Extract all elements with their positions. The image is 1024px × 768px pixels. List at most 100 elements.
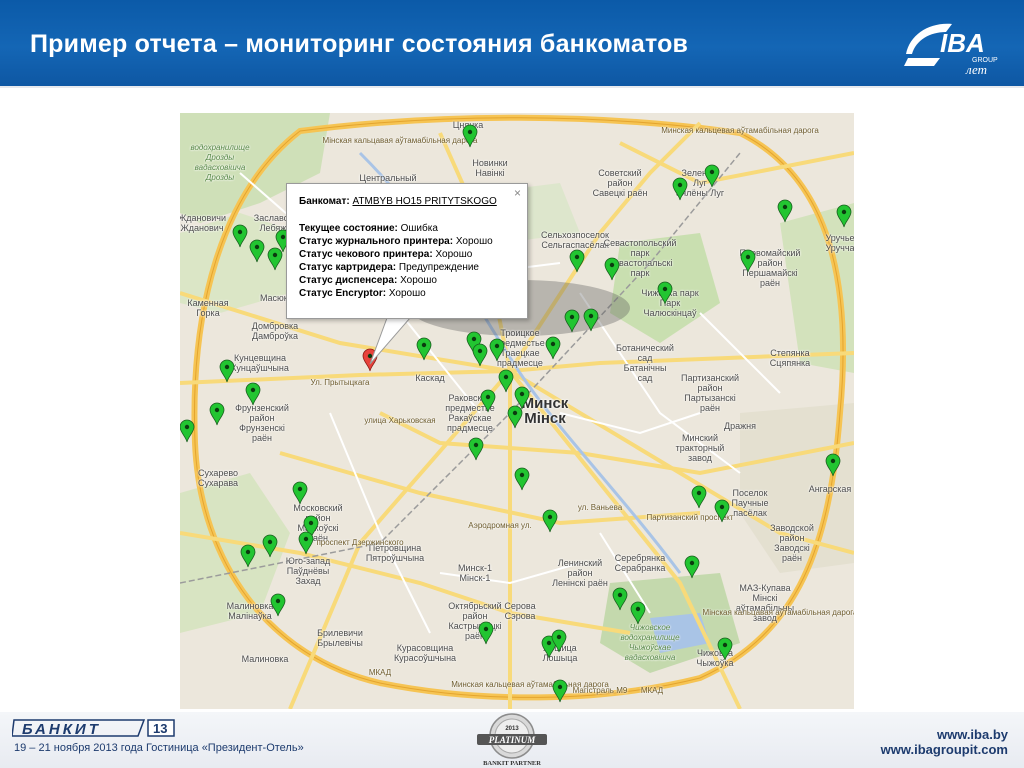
map-place-label: Сухарево Сухарава <box>197 468 239 488</box>
popup-tail <box>369 318 411 365</box>
bankit-logo: БАНКИТ 13 <box>12 719 175 738</box>
map-place-label: МКАД <box>640 686 664 695</box>
atm-status-value: Хорошо <box>455 236 493 247</box>
atm-status-label: Статус диспенсера: <box>299 275 398 286</box>
map-place-label: Уручье Уручча <box>825 233 854 253</box>
map-place-label: проспект Дзержинского <box>316 538 404 547</box>
atm-marker-icon[interactable] <box>209 402 225 426</box>
map-place-label: Советский район Савецкі раён <box>592 168 648 198</box>
iba-logo-text: IBA <box>940 28 985 58</box>
atm-marker-icon[interactable] <box>489 338 505 362</box>
atm-marker-icon[interactable] <box>245 382 261 406</box>
map-place-label: Партизанский район Партызанскі раён <box>680 373 740 413</box>
map-place-label: Брилевичи Брылевічы <box>317 628 363 648</box>
iba-logo-years: лет <box>965 62 987 77</box>
map-place-label: Мінская кальцавая аўтамабільная дарога <box>702 608 854 617</box>
atm-marker-icon[interactable] <box>604 257 620 281</box>
atm-status-value: Ошибка <box>400 223 438 234</box>
atm-marker-icon[interactable] <box>569 249 585 273</box>
atm-marker-icon[interactable] <box>777 199 793 223</box>
atm-marker-icon[interactable] <box>545 336 561 360</box>
atm-status-row: Статус чекового принтера: Хорошо <box>299 248 517 261</box>
atm-status-row: Статус диспенсера: Хорошо <box>299 274 517 287</box>
atm-marker-icon[interactable] <box>472 343 488 367</box>
map-place-label: Минский тракторный завод <box>675 433 725 463</box>
atm-marker-icon[interactable] <box>498 369 514 393</box>
atm-marker-icon[interactable] <box>468 437 484 461</box>
atm-marker-icon[interactable] <box>684 555 700 579</box>
atm-marker-icon[interactable] <box>270 593 286 617</box>
map-place-label: Магістраль М9 <box>572 686 628 695</box>
atm-marker-icon[interactable] <box>672 177 688 201</box>
map-place-label: Курасовщина Курасоўшчына <box>393 643 457 663</box>
map-place-label: Чижовское водохранилище Чыжоўскае вадасх… <box>620 623 680 662</box>
atm-marker-icon[interactable] <box>714 499 730 523</box>
map-place-label: Фрунзенский район Фрунзенскі раён <box>235 403 289 443</box>
atm-marker-icon[interactable] <box>836 204 852 228</box>
atm-marker-icon[interactable] <box>240 544 256 568</box>
map-place-label: Ленинский район Ленінскі раён <box>552 558 608 588</box>
atm-marker-icon[interactable] <box>657 281 673 305</box>
badge-title: PLATINUM <box>489 735 537 745</box>
atm-marker-icon[interactable] <box>825 453 841 477</box>
atm-marker-icon[interactable] <box>480 389 496 413</box>
atm-marker-icon[interactable] <box>552 679 568 703</box>
page-title: Пример отчета – мониторинг состояния бан… <box>30 30 689 58</box>
atm-status-row: Статус журнального принтера: Хорошо <box>299 235 517 248</box>
map-place-label: Малиновка Малінаўка <box>226 601 274 621</box>
atm-label: Банкомат: <box>299 196 350 207</box>
atm-marker-icon[interactable] <box>583 308 599 332</box>
atm-marker-icon[interactable] <box>462 124 478 148</box>
map-place-label: Дражня <box>724 421 756 431</box>
atm-marker-icon[interactable] <box>507 405 523 429</box>
platinum-partner-badge: 2013 PLATINUM BANKIT PARTNER <box>477 713 547 767</box>
atm-status-value: Хорошо <box>388 288 426 299</box>
atm-status-label: Статус чекового принтера: <box>299 249 433 260</box>
atm-marker-icon[interactable] <box>630 601 646 625</box>
map-place-label: Минская кальцевая аўтамабільная дарога <box>661 126 819 135</box>
map-place-label: Поселок Паучные пасёлак <box>731 488 769 518</box>
atm-marker-icon[interactable] <box>298 531 314 555</box>
atm-marker-icon[interactable] <box>219 359 235 383</box>
atm-marker-icon[interactable] <box>740 249 756 273</box>
close-icon[interactable]: × <box>514 187 521 199</box>
map-place-label: Домбровка Дамброўка <box>251 321 299 341</box>
map-place-label: Ул. Прытыцкага <box>310 378 370 387</box>
atm-marker-icon[interactable] <box>704 164 720 188</box>
atm-marker-icon[interactable] <box>262 534 278 558</box>
map-place-label: Кунцевщина Кунцаўшчына <box>231 353 289 373</box>
map-place-label: ул. Ваньева <box>577 503 623 512</box>
atm-marker-icon[interactable] <box>514 467 530 491</box>
atm-marker-icon[interactable] <box>249 239 265 263</box>
map-place-label: Мінская кальцавая аўтамабільная дарога <box>322 136 478 145</box>
atm-marker-icon[interactable] <box>551 629 567 653</box>
atm-id-link[interactable]: ATMBYB HO15 PRITYTSKOGO <box>352 196 496 207</box>
website-link-iba-by[interactable]: www.iba.by <box>937 727 1008 742</box>
atm-status-label: Статус журнального принтера: <box>299 236 454 247</box>
bankit-logo-text: БАНКИТ <box>22 721 101 738</box>
atm-status-row: Текущее состояние: Ошибка <box>299 222 517 235</box>
atm-status-label: Статус картридера: <box>299 262 397 273</box>
atm-status-value: Хорошо <box>400 275 437 286</box>
atm-marker-icon[interactable] <box>232 224 248 248</box>
map-place-label: улица Харьковская <box>364 416 436 425</box>
map-place-label: Ангарская <box>808 484 852 494</box>
atm-marker-icon[interactable] <box>180 419 195 443</box>
map-place-label: Новинки Навінкі <box>472 158 508 178</box>
atm-marker-icon[interactable] <box>612 587 628 611</box>
atm-status-label: Текущее состояние: <box>299 223 398 234</box>
atm-status-list: Текущее состояние: Ошибка Статус журнальн… <box>299 222 517 300</box>
map-place-label: Минск-1 Мінск-1 <box>458 563 492 583</box>
atm-marker-icon[interactable] <box>542 509 558 533</box>
atm-marker-icon[interactable] <box>691 485 707 509</box>
website-link-ibagroupit[interactable]: www.ibagroupit.com <box>881 742 1008 757</box>
map-place-label: Серебрянка Серабранка <box>614 553 666 573</box>
atm-marker-icon[interactable] <box>564 309 580 333</box>
atm-marker-icon[interactable] <box>292 481 308 505</box>
map-place-label: Заводской район Заводскі раён <box>770 523 814 563</box>
map-place-label: Каменная Горка <box>187 298 229 318</box>
map-place-label: водохранилище Дрозды вадасховішча Дрозды <box>190 143 250 182</box>
atm-marker-icon[interactable] <box>478 621 494 645</box>
atm-marker-icon[interactable] <box>717 637 733 661</box>
map-place-label: МКАД <box>368 668 392 677</box>
